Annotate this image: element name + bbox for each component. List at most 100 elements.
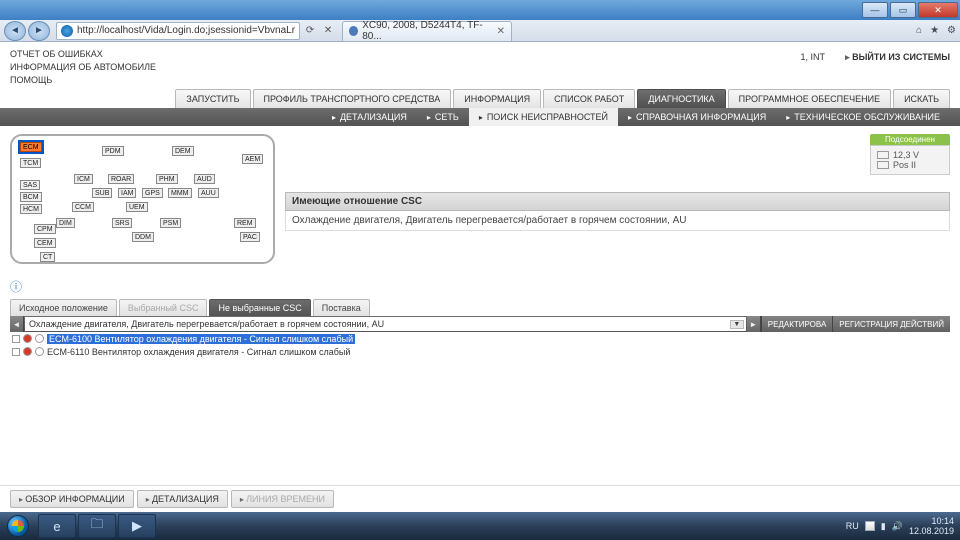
back-button[interactable]: ◄ — [4, 21, 26, 41]
tray-flag-icon[interactable] — [865, 521, 875, 531]
module-dem[interactable]: DEM — [172, 146, 194, 156]
tab-supply[interactable]: Поставка — [313, 299, 370, 316]
tray-language[interactable]: RU — [846, 521, 859, 531]
favorites-icon[interactable]: ★ — [930, 25, 939, 36]
tools-icon[interactable]: ⚙ — [947, 25, 956, 36]
expand-icon[interactable] — [12, 335, 20, 343]
tab-start[interactable]: ЗАПУСТИТЬ — [175, 89, 250, 108]
subnav-network[interactable]: СЕТЬ — [417, 112, 469, 122]
csc-select[interactable]: Охлаждение двигателя, Двигатель перегрев… — [25, 317, 746, 331]
stop-icon[interactable]: ✕ — [320, 23, 336, 39]
connection-status: Подсоединен 12,3 V Pos II — [870, 134, 950, 175]
content-area: ECM TCM PDM DEM AEM SAS BCM HCM ICM ROAR… — [0, 126, 960, 272]
address-bar[interactable]: http://localhost/Vida/Login.do;jsessioni… — [56, 22, 300, 40]
status-dot-red-icon — [23, 334, 32, 343]
edit-button[interactable]: РЕДАКТИРОВА — [761, 316, 833, 332]
refresh-icon[interactable]: ⟳ — [302, 23, 318, 39]
start-button[interactable] — [0, 512, 36, 540]
csc-panel: Имеющие отношение CSC Охлаждение двигате… — [285, 192, 950, 231]
link-error-report[interactable]: ОТЧЕТ ОБ ОШИБКАХ — [10, 48, 156, 61]
expand-icon[interactable] — [12, 348, 20, 356]
module-iam[interactable]: IAM — [118, 188, 136, 198]
app-header: ОТЧЕТ ОБ ОШИБКАХ ИНФОРМАЦИЯ ОБ АВТОМОБИЛ… — [0, 42, 960, 87]
tab-search[interactable]: ИСКАТЬ — [893, 89, 950, 108]
tab-diagnostics[interactable]: ДИАГНОСТИКА — [637, 89, 725, 108]
tab-unselected-csc[interactable]: Не выбранные CSC — [209, 299, 310, 316]
forward-button[interactable]: ► — [28, 21, 50, 41]
window-titlebar: — ▭ ✕ — [0, 0, 960, 20]
tab-software[interactable]: ПРОГРАММНОЕ ОБЕСПЕЧЕНИЕ — [728, 89, 891, 108]
module-roar[interactable]: ROAR — [108, 174, 134, 184]
module-rem[interactable]: REM — [234, 218, 256, 228]
module-bcm[interactable]: BCM — [20, 192, 42, 202]
prev-arrow-button[interactable]: ◄ — [10, 316, 24, 332]
link-help[interactable]: ПОМОЩЬ — [10, 74, 156, 87]
module-gps[interactable]: GPS — [142, 188, 163, 198]
module-dim[interactable]: DIM — [56, 218, 75, 228]
logout-link[interactable]: ВЫЙТИ ИЗ СИСТЕМЫ — [845, 48, 950, 63]
info-icon[interactable]: ⓘ — [10, 278, 960, 295]
module-aud[interactable]: AUD — [194, 174, 215, 184]
module-aem[interactable]: AEM — [242, 154, 263, 164]
tab-close-icon[interactable]: ✕ — [497, 26, 505, 37]
dtc-row[interactable]: ECM-6110 Вентилятор охлаждения двигателя… — [10, 345, 950, 358]
module-cem[interactable]: CEM — [34, 238, 56, 248]
module-cpm[interactable]: CPM — [34, 224, 56, 234]
main-tab-bar: ЗАПУСТИТЬ ПРОФИЛЬ ТРАНСПОРТНОГО СРЕДСТВА… — [0, 89, 960, 108]
footer-tab-timeline: ЛИНИЯ ВРЕМЕНИ — [231, 490, 334, 508]
module-ct[interactable]: CT — [40, 252, 55, 262]
subnav-maintenance[interactable]: ТЕХНИЧЕСКОЕ ОБСЛУЖИВАНИЕ — [776, 112, 950, 122]
tray-clock[interactable]: 10:14 12.08.2019 — [909, 516, 954, 536]
module-phm[interactable]: PHM — [156, 174, 178, 184]
module-ccm[interactable]: CCM — [72, 202, 94, 212]
footer-tab-bar: ОБЗОР ИНФОРМАЦИИ ДЕТАЛИЗАЦИЯ ЛИНИЯ ВРЕМЕ… — [0, 485, 960, 512]
module-pdm[interactable]: PDM — [102, 146, 124, 156]
module-mmm[interactable]: MMM — [168, 188, 192, 198]
module-tcm[interactable]: TCM — [20, 158, 41, 168]
dtc-row[interactable]: ECM-6100 Вентилятор охлаждения двигателя… — [10, 332, 950, 345]
tab-job-list[interactable]: СПИСОК РАБОТ — [543, 89, 635, 108]
subnav-fault-trace[interactable]: ПОИСК НЕИСПРАВНОСТЕЙ — [469, 108, 618, 126]
tray-sound-icon[interactable]: 🔊 — [892, 521, 903, 532]
module-pac[interactable]: PAC — [240, 232, 260, 242]
module-sub[interactable]: SUB — [92, 188, 112, 198]
sub-nav-bar: ДЕТАЛИЗАЦИЯ СЕТЬ ПОИСК НЕИСПРАВНОСТЕЙ СП… — [0, 108, 960, 126]
taskbar-media-icon[interactable]: ▶ — [118, 514, 156, 538]
module-icm[interactable]: ICM — [74, 174, 93, 184]
subnav-reference[interactable]: СПРАВОЧНАЯ ИНФОРМАЦИЯ — [618, 112, 776, 122]
module-hcm[interactable]: HCM — [20, 204, 42, 214]
url-text: http://localhost/Vida/Login.do;jsessioni… — [77, 25, 295, 36]
key-position-value: Pos II — [893, 160, 916, 170]
module-uem[interactable]: UEM — [126, 202, 148, 212]
home-icon[interactable]: ⌂ — [916, 25, 922, 36]
subnav-detail[interactable]: ДЕТАЛИЗАЦИЯ — [322, 112, 417, 122]
maximize-button[interactable]: ▭ — [890, 2, 916, 18]
tab-vehicle-profile[interactable]: ПРОФИЛЬ ТРАНСПОРТНОГО СРЕДСТВА — [253, 89, 452, 108]
module-ecm[interactable]: ECM — [20, 142, 42, 152]
taskbar-ie-icon[interactable]: e — [38, 514, 76, 538]
tab-information[interactable]: ИНФОРМАЦИЯ — [453, 89, 541, 108]
lower-tab-bar: Исходное положение Выбранный CSC Не выбр… — [0, 299, 960, 316]
footer-tab-detail[interactable]: ДЕТАЛИЗАЦИЯ — [137, 490, 228, 508]
register-actions-button[interactable]: РЕГИСТРАЦИЯ ДЕЙСТВИЙ — [832, 316, 950, 332]
minimize-button[interactable]: — — [862, 2, 888, 18]
module-ddm[interactable]: DDM — [132, 232, 154, 242]
ie-icon — [61, 25, 73, 37]
tab-home-position[interactable]: Исходное положение — [10, 299, 117, 316]
footer-tab-overview[interactable]: ОБЗОР ИНФОРМАЦИИ — [10, 490, 134, 508]
module-srs[interactable]: SRS — [112, 218, 132, 228]
tab-selected-csc[interactable]: Выбранный CSC — [119, 299, 208, 316]
link-car-info[interactable]: ИНФОРМАЦИЯ ОБ АВТОМОБИЛЕ — [10, 61, 156, 74]
browser-tab[interactable]: XC90, 2008, D5244T4, TF-80... ✕ — [342, 21, 512, 41]
user-label: 1, INT — [801, 48, 846, 62]
module-sas[interactable]: SAS — [20, 180, 40, 190]
csc-tool-row: ◄ Охлаждение двигателя, Двигатель перегр… — [10, 316, 950, 332]
taskbar-explorer-icon[interactable]: 🗀 — [78, 514, 116, 538]
header-links: ОТЧЕТ ОБ ОШИБКАХ ИНФОРМАЦИЯ ОБ АВТОМОБИЛ… — [10, 48, 156, 87]
tray-network-icon[interactable]: ▮ — [881, 521, 886, 532]
module-psm[interactable]: PSM — [160, 218, 181, 228]
next-arrow-button[interactable]: ► — [747, 316, 761, 332]
network-diagram[interactable]: ECM TCM PDM DEM AEM SAS BCM HCM ICM ROAR… — [10, 134, 275, 264]
module-auu[interactable]: AUU — [198, 188, 219, 198]
close-button[interactable]: ✕ — [918, 2, 958, 18]
